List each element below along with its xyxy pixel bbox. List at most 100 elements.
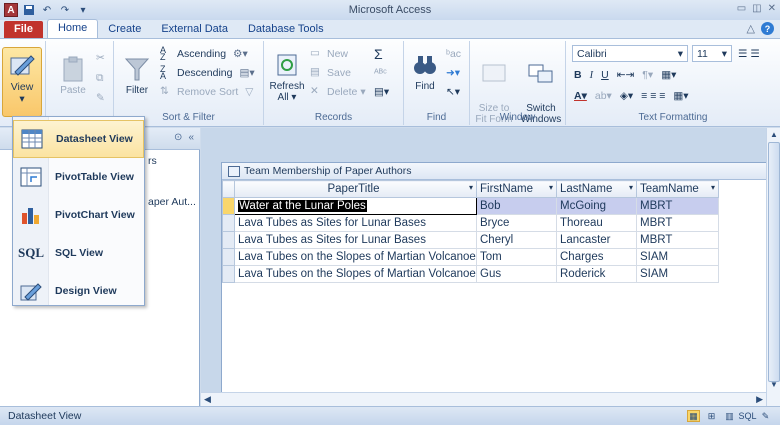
underline-icon[interactable]: U [601, 69, 609, 81]
customize-qat-icon[interactable]: ▾ [76, 3, 90, 17]
copy-icon[interactable]: ⧉ [96, 69, 104, 87]
more-records-icon[interactable]: ▤▾ [374, 83, 389, 101]
save-icon[interactable] [22, 3, 36, 17]
gridlines-icon[interactable]: ▦▾ [661, 69, 676, 81]
cell-firstname[interactable]: Bob [476, 197, 557, 215]
scroll-thumb[interactable] [768, 142, 780, 382]
chevron-down-icon[interactable]: ▾ [629, 183, 633, 192]
paragraph-icon[interactable]: ¶▾ [642, 69, 653, 81]
record-selector[interactable] [222, 231, 235, 249]
save-record-button[interactable]: ▤ Save [310, 64, 351, 82]
alt-row-color-icon[interactable]: ▦▾ [673, 90, 688, 102]
cell-lastname[interactable]: Lancaster [556, 231, 637, 249]
advanced-filter-icon[interactable]: ▤▾ [239, 67, 254, 79]
select-icon[interactable]: ↖▾ [446, 83, 460, 101]
go-to-icon[interactable]: ➜▾ [446, 64, 460, 82]
menu-item-design-view[interactable]: Design View [13, 272, 144, 310]
nav-menu-chevron-icon[interactable]: ⊙ [174, 132, 182, 143]
selection-icon[interactable]: ⚙▾ [233, 48, 248, 60]
filter-button[interactable]: Filter [118, 55, 156, 96]
restore-icon[interactable]: ◫ [752, 3, 761, 14]
cell-firstname[interactable]: Tom [476, 248, 557, 266]
close-icon[interactable]: ✕ [768, 3, 776, 14]
nav-partial-label-2[interactable]: aper Aut... [148, 196, 196, 208]
design-view-shortcut-icon[interactable]: ✎ [759, 410, 772, 422]
column-header-papertitle[interactable]: PaperTitle ▾ [234, 180, 477, 198]
pivotchart-view-shortcut-icon[interactable]: ▥ [723, 410, 736, 422]
scroll-down-icon[interactable]: ▼ [769, 380, 779, 390]
font-name-dropdown[interactable]: Calibri ▾ [572, 45, 688, 62]
cell-teamname[interactable]: SIAM [636, 248, 719, 266]
sort-descending-button[interactable]: ZA Descending ▤▾ [160, 64, 255, 82]
cell-papertitle[interactable]: Lava Tubes as Sites for Lunar Bases [234, 214, 477, 232]
help-icon[interactable]: ? [761, 22, 774, 35]
tab-home[interactable]: Home [46, 19, 99, 38]
bold-icon[interactable]: B [574, 69, 582, 81]
table-row[interactable]: Lava Tubes on the Slopes of Martian Volc… [222, 248, 719, 266]
shutter-bar-close-icon[interactable]: « [188, 132, 194, 143]
tab-external-data[interactable]: External Data [151, 21, 238, 38]
cut-icon[interactable]: ✂ [96, 49, 105, 67]
menu-item-datasheet-view[interactable]: Datasheet View [13, 120, 144, 158]
chevron-down-icon[interactable]: ▾ [711, 183, 715, 192]
record-selector[interactable] [222, 197, 235, 215]
cell-teamname[interactable]: MBRT [636, 197, 719, 215]
cell-lastname[interactable]: Thoreau [556, 214, 637, 232]
sort-ascending-button[interactable]: AZ Ascending ⚙▾ [160, 45, 248, 63]
replace-icon[interactable]: ᵇac [446, 45, 461, 63]
totals-icon[interactable]: Σ [374, 45, 383, 63]
table-row[interactable]: Lava Tubes on the Slopes of Martian Volc… [222, 265, 719, 283]
record-selector[interactable] [222, 248, 235, 266]
menu-item-pivottable-view[interactable]: PivotTable View [13, 158, 144, 196]
table-row[interactable]: Water at the Lunar Poles Bob McGoing MBR… [222, 197, 719, 215]
cell-teamname[interactable]: MBRT [636, 214, 719, 232]
cell-lastname[interactable]: Roderick [556, 265, 637, 283]
vertical-scrollbar[interactable]: ▲ ▼ [766, 128, 780, 406]
datasheet-view-shortcut-icon[interactable]: ▦ [687, 410, 700, 422]
cell-firstname[interactable]: Bryce [476, 214, 557, 232]
view-button[interactable]: View ▾ [2, 47, 42, 117]
minimize-ribbon-icon[interactable]: △ [747, 22, 755, 35]
cell-lastname[interactable]: Charges [556, 248, 637, 266]
paste-button[interactable]: Paste [54, 55, 92, 96]
scroll-right-icon[interactable]: ▶ [756, 394, 763, 405]
access-app-icon[interactable]: A [4, 3, 18, 17]
bullets-icon[interactable]: ☰ ☰ [738, 45, 760, 63]
refresh-all-button[interactable]: Refresh All ▾ [268, 51, 306, 103]
pivottable-view-shortcut-icon[interactable]: ⊞ [705, 410, 718, 422]
spelling-icon[interactable]: ᴬᴮᶜ [374, 64, 387, 82]
toggle-filter-icon[interactable]: ▽ [245, 86, 253, 98]
undo-icon[interactable]: ↶ [40, 3, 54, 17]
cell-teamname[interactable]: MBRT [636, 231, 719, 249]
chevron-down-icon[interactable]: ▾ [549, 183, 553, 192]
record-selector[interactable] [222, 265, 235, 283]
cell-papertitle[interactable]: Lava Tubes as Sites for Lunar Bases [234, 231, 477, 249]
fill-color-icon[interactable]: ◈▾ [620, 90, 633, 102]
font-size-dropdown[interactable]: 11 ▾ [692, 45, 732, 62]
column-header-teamname[interactable]: TeamName ▾ [636, 180, 719, 198]
new-record-button[interactable]: ▭ New [310, 45, 348, 63]
tab-file[interactable]: File [4, 21, 43, 38]
align-icons[interactable]: ≡ ≡ ≡ [641, 90, 665, 102]
cell-firstname[interactable]: Cheryl [476, 231, 557, 249]
record-selector[interactable] [222, 214, 235, 232]
cell-lastname[interactable]: McGoing [556, 197, 637, 215]
nav-partial-label-1[interactable]: rs [148, 155, 157, 167]
format-painter-icon[interactable]: ✎ [96, 89, 105, 107]
scroll-left-icon[interactable]: ◀ [204, 394, 211, 405]
cell-papertitle[interactable]: Lava Tubes on the Slopes of Martian Volc… [234, 265, 477, 283]
indent-icons[interactable]: ⇤⇥ [617, 69, 635, 81]
cell-papertitle[interactable]: Lava Tubes on the Slopes of Martian Volc… [234, 248, 477, 266]
font-color-icon[interactable]: A▾ [574, 90, 587, 102]
italic-icon[interactable]: I [590, 70, 594, 81]
delete-record-button[interactable]: ✕ Delete ▾ [310, 83, 366, 101]
highlight-icon[interactable]: ab▾ [595, 90, 612, 102]
table-row[interactable]: Lava Tubes as Sites for Lunar Bases Bryc… [222, 214, 719, 232]
cell-papertitle[interactable]: Water at the Lunar Poles [234, 197, 477, 215]
minimize-icon[interactable]: ▭ [737, 3, 746, 14]
remove-sort-button[interactable]: ⇅ Remove Sort ▽ [160, 83, 253, 101]
sql-view-shortcut-icon[interactable]: SQL [739, 410, 757, 422]
select-all-corner[interactable] [222, 180, 235, 198]
menu-item-sql-view[interactable]: SQL SQL View [13, 234, 144, 272]
column-header-lastname[interactable]: LastName ▾ [556, 180, 637, 198]
